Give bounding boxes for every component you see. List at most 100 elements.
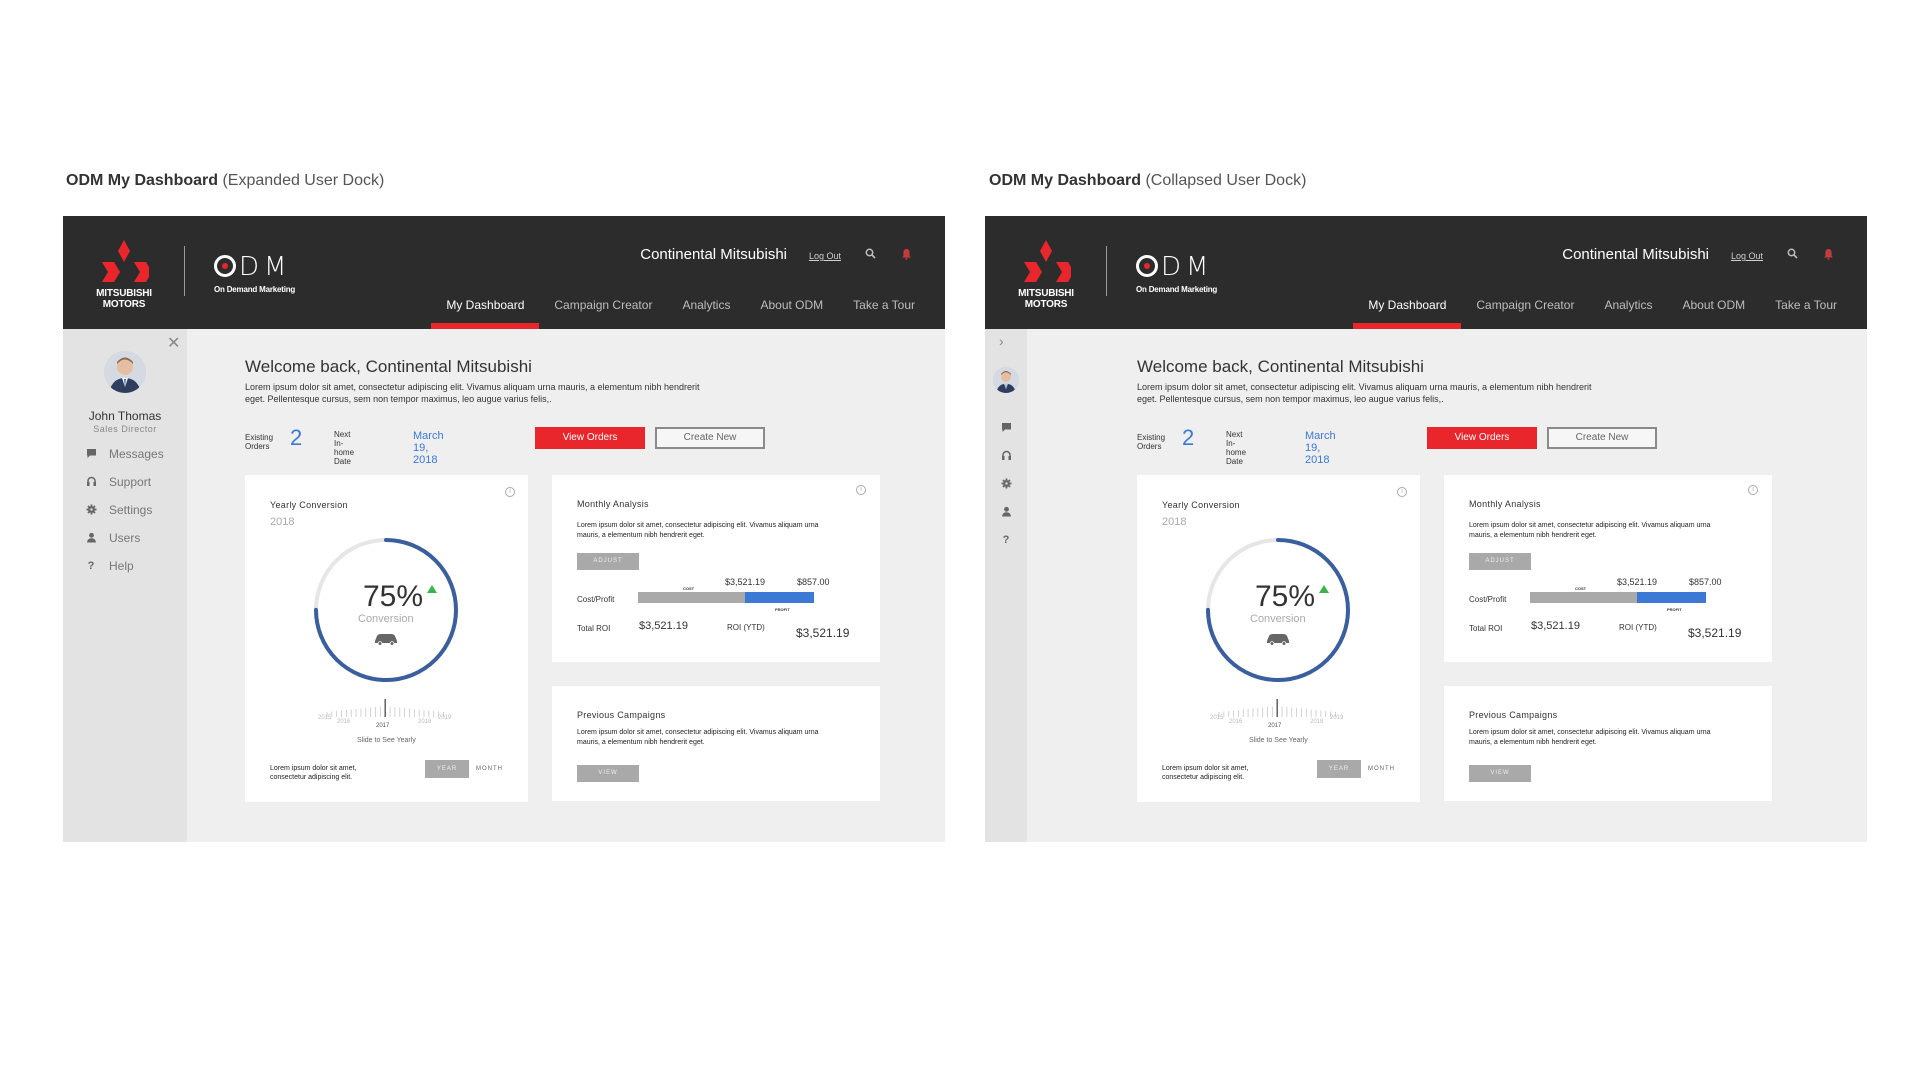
nav-analytics[interactable]: Analytics: [667, 284, 745, 329]
gear-icon[interactable]: [1000, 478, 1012, 490]
logout-link[interactable]: Log Out: [809, 251, 841, 261]
conversion-percent: 75%: [1255, 580, 1316, 613]
next-date-value: March 19, 2018: [1305, 430, 1336, 466]
year-slider[interactable]: [325, 698, 445, 718]
monthly-text: Lorem ipsum dolor sit amet, consectetur …: [1469, 521, 1710, 541]
info-icon[interactable]: i: [856, 485, 866, 495]
yearly-year: 2018: [1162, 516, 1187, 528]
odm-logo[interactable]: DM: [214, 252, 291, 282]
mitsubishi-logo-icon[interactable]: [99, 240, 149, 282]
slider-current-year: 2017: [376, 723, 390, 729]
chevron-right-icon[interactable]: ›: [999, 333, 1004, 349]
user-icon[interactable]: [1000, 506, 1012, 518]
user-dock-expanded: ✕ John Thomas Sales Director Messages Su…: [63, 329, 187, 842]
nav-campaign-creator[interactable]: Campaign Creator: [1461, 284, 1589, 329]
slider-current-year: 2017: [1268, 723, 1282, 729]
car-icon: [373, 632, 399, 646]
view-orders-button[interactable]: View Orders: [1427, 427, 1537, 449]
monthly-text-line2: mauris, a elementum nibh hendrerit eget.: [577, 532, 705, 539]
avatar[interactable]: [104, 351, 146, 393]
yearly-footnote: Lorem ipsum dolor sit amet, consectetur a…: [270, 764, 356, 782]
close-icon[interactable]: ✕: [167, 333, 180, 353]
odm-ring-icon: [1136, 255, 1158, 277]
roi-ytd-value: $3,521.19: [1688, 626, 1742, 640]
dock-item-support[interactable]: Support: [85, 475, 151, 489]
nav-take-a-tour[interactable]: Take a Tour: [838, 284, 930, 329]
brand-name-2: MOTORS: [1024, 299, 1068, 310]
existing-orders-value: 2: [1182, 425, 1195, 450]
year-slider[interactable]: [1217, 698, 1337, 718]
nav-about-odm[interactable]: About ODM: [1667, 284, 1760, 329]
bell-icon[interactable]: [899, 248, 913, 262]
profit-bar-fill: [745, 592, 814, 603]
nav-about-odm[interactable]: About ODM: [745, 284, 838, 329]
nav-my-dashboard[interactable]: My Dashboard: [431, 284, 540, 329]
nav-campaign-creator[interactable]: Campaign Creator: [539, 284, 667, 329]
nav-my-dashboard[interactable]: My Dashboard: [1353, 284, 1462, 329]
profit-value: $857.00: [797, 577, 830, 587]
avatar[interactable]: [993, 367, 1019, 393]
toggle-month-button[interactable]: MONTH: [476, 766, 503, 772]
previous-title: Previous Campaigns: [1469, 710, 1558, 720]
dock-item-settings[interactable]: Settings: [85, 503, 152, 517]
cost-profit-label: Cost/Profit: [577, 595, 615, 604]
view-campaigns-button[interactable]: VIEW: [577, 765, 639, 782]
mitsubishi-logo-icon[interactable]: [1021, 240, 1071, 282]
create-new-button[interactable]: Create New: [1547, 427, 1657, 449]
headset-icon[interactable]: [1000, 450, 1012, 462]
dock-item-help[interactable]: ? Help: [85, 559, 134, 573]
header-divider: [1106, 246, 1107, 296]
slider-year: 2015: [318, 715, 332, 721]
user-dock-collapsed: › ?: [985, 329, 1027, 842]
search-icon[interactable]: [863, 248, 877, 262]
main-nav: My Dashboard Campaign Creator Analytics …: [431, 284, 930, 329]
dealer-name: Continental Mitsubishi: [640, 246, 787, 263]
chat-icon[interactable]: [1000, 422, 1012, 434]
help-icon[interactable]: ?: [1000, 534, 1012, 546]
orders-label-line1: Existing: [245, 433, 274, 442]
nav-analytics[interactable]: Analytics: [1589, 284, 1667, 329]
brand-name-2: MOTORS: [102, 299, 146, 310]
headset-icon: [85, 476, 97, 488]
odm-tagline: On Demand Marketing: [214, 285, 296, 294]
previous-campaigns-card: Previous Campaigns Lorem ipsum dolor sit…: [1444, 686, 1772, 801]
total-roi-value: $3,521.19: [639, 620, 688, 632]
nav-take-a-tour[interactable]: Take a Tour: [1760, 284, 1852, 329]
roi-ytd-label: ROI (YTD): [727, 623, 765, 632]
date-label-line2: Date: [334, 457, 351, 466]
create-new-button[interactable]: Create New: [655, 427, 765, 449]
toggle-year-button[interactable]: YEAR: [425, 760, 469, 778]
search-icon[interactable]: [1785, 248, 1799, 262]
info-icon[interactable]: i: [505, 487, 515, 497]
yearly-title: Yearly Conversion: [270, 500, 348, 510]
user-icon: [85, 532, 97, 544]
toggle-month-button[interactable]: MONTH: [1368, 766, 1395, 772]
date-label-line1: Next In-home: [1226, 430, 1247, 457]
info-icon[interactable]: i: [1748, 485, 1758, 495]
cost-profit-bar: [1530, 592, 1706, 603]
odm-logo[interactable]: DM: [1136, 252, 1213, 282]
slider-year: 2015: [1210, 715, 1224, 721]
logout-link[interactable]: Log Out: [1731, 251, 1763, 261]
toggle-year-button[interactable]: YEAR: [1317, 760, 1361, 778]
yearly-footnote: Lorem ipsum dolor sit amet, consectetur a…: [1162, 764, 1248, 782]
welcome-text: Lorem ipsum dolor sit amet, consectetur …: [1137, 382, 1592, 404]
adjust-button[interactable]: ADJUST: [1469, 553, 1531, 570]
view-campaigns-button[interactable]: VIEW: [1469, 765, 1531, 782]
existing-orders-label: Existing Orders: [1137, 433, 1165, 451]
dock-item-messages[interactable]: Messages: [85, 447, 164, 461]
adjust-button[interactable]: ADJUST: [577, 553, 639, 570]
trend-up-icon: [1319, 585, 1329, 593]
dock-item-users[interactable]: Users: [85, 531, 140, 545]
info-icon[interactable]: i: [1397, 487, 1407, 497]
dock-label: Help: [109, 559, 134, 573]
yearly-title: Yearly Conversion: [1162, 500, 1240, 510]
previous-text-line2: mauris, a elementum nibh hendrerit eget.: [577, 739, 705, 746]
bell-icon[interactable]: [1821, 248, 1835, 262]
user-role: Sales Director: [93, 424, 157, 434]
total-roi-label: Total ROI: [577, 624, 611, 633]
caption-title: ODM My Dashboard: [989, 172, 1142, 189]
view-orders-button[interactable]: View Orders: [535, 427, 645, 449]
next-date-label: Next In-home Date: [334, 430, 354, 466]
dealer-name: Continental Mitsubishi: [1562, 246, 1709, 263]
